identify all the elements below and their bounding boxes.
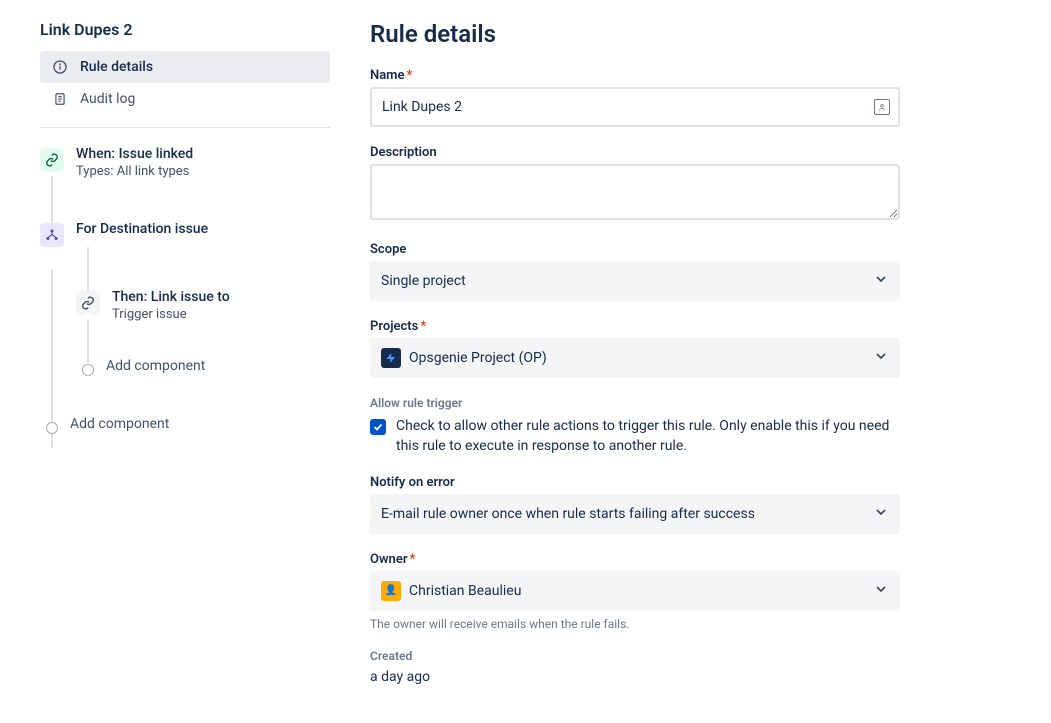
tree-branch-children: Then: Link issue to Trigger issue Add co… — [76, 253, 330, 382]
rule-tree: When: Issue linked Types: All link types… — [40, 140, 330, 440]
projects-label: Projects* — [370, 319, 900, 334]
chevron-down-icon — [873, 348, 889, 368]
notify-error-value: E-mail rule owner once when rule starts … — [381, 506, 755, 522]
sidebar: Link Dupes 2 Rule details Audit log When… — [40, 20, 370, 703]
owner-select[interactable]: 👤 Christian Beaulieu — [370, 571, 900, 611]
scope-label: Scope — [370, 242, 900, 257]
projects-select[interactable]: Opsgenie Project (OP) — [370, 338, 900, 378]
created-label: Created — [370, 649, 900, 663]
page-title: Rule details — [370, 20, 900, 48]
allow-trigger-checkbox[interactable] — [370, 419, 386, 435]
projects-value: Opsgenie Project (OP) — [409, 350, 547, 366]
owner-value: Christian Beaulieu — [409, 583, 521, 599]
nav-rule-details-label: Rule details — [80, 59, 153, 75]
field-owner: Owner* 👤 Christian Beaulieu The owner wi… — [370, 552, 900, 631]
owner-help-text: The owner will receive emails when the r… — [370, 617, 900, 631]
tree-action[interactable]: Then: Link issue to Trigger issue — [76, 283, 330, 328]
scope-value: Single project — [381, 273, 466, 289]
chevron-down-icon — [873, 504, 889, 524]
add-circle-icon — [82, 364, 94, 376]
field-name: Name* — [370, 68, 900, 127]
description-input[interactable] — [370, 164, 900, 220]
chevron-down-icon — [873, 271, 889, 291]
name-label: Name* — [370, 68, 900, 83]
scope-select[interactable]: Single project — [370, 261, 900, 301]
field-description: Description — [370, 145, 900, 224]
owner-label: Owner* — [370, 552, 900, 567]
log-icon — [52, 91, 68, 107]
tree-add-component-inner[interactable]: Add component — [76, 352, 330, 382]
notify-error-select[interactable]: E-mail rule owner once when rule starts … — [370, 494, 900, 534]
link-action-icon — [76, 291, 100, 315]
description-label: Description — [370, 145, 900, 160]
tree-trigger[interactable]: When: Issue linked Types: All link types — [40, 140, 330, 185]
avatar: 👤 — [381, 581, 401, 601]
allow-trigger-text: Check to allow other rule actions to tri… — [396, 416, 900, 457]
notify-error-label: Notify on error — [370, 475, 900, 490]
trigger-subtitle: Types: All link types — [76, 164, 193, 179]
field-scope: Scope Single project — [370, 242, 900, 301]
link-icon — [40, 148, 64, 172]
tree-branch[interactable]: For Destination issue — [40, 215, 330, 253]
field-allow-trigger: Allow rule trigger Check to allow other … — [370, 396, 900, 457]
action-title: Then: Link issue to — [112, 289, 230, 305]
rule-title: Link Dupes 2 — [40, 20, 330, 39]
project-icon — [381, 348, 401, 368]
sidebar-nav: Rule details Audit log — [40, 51, 330, 115]
nav-rule-details[interactable]: Rule details — [40, 51, 330, 83]
add-component-inner-label: Add component — [106, 358, 205, 374]
branch-icon — [40, 223, 64, 247]
chevron-down-icon — [873, 581, 889, 601]
branch-title: For Destination issue — [76, 221, 208, 237]
allow-trigger-label: Allow rule trigger — [370, 396, 900, 410]
field-projects: Projects* Opsgenie Project (OP) — [370, 319, 900, 378]
tree-add-component-outer[interactable]: Add component — [40, 410, 330, 440]
nav-audit-log-label: Audit log — [80, 91, 135, 107]
info-icon — [52, 59, 68, 75]
action-subtitle: Trigger issue — [112, 307, 230, 322]
divider — [40, 127, 330, 128]
main-panel: Rule details Name* Description Scope Sin… — [370, 20, 900, 703]
field-created: Created a day ago — [370, 649, 900, 685]
field-notify-error: Notify on error E-mail rule owner once w… — [370, 475, 900, 534]
add-circle-icon — [46, 422, 58, 434]
nav-audit-log[interactable]: Audit log — [40, 83, 330, 115]
trigger-title: When: Issue linked — [76, 146, 193, 162]
name-input[interactable] — [370, 87, 900, 127]
add-component-outer-label: Add component — [70, 416, 169, 432]
contact-card-icon — [874, 99, 890, 115]
created-value: a day ago — [370, 669, 900, 685]
